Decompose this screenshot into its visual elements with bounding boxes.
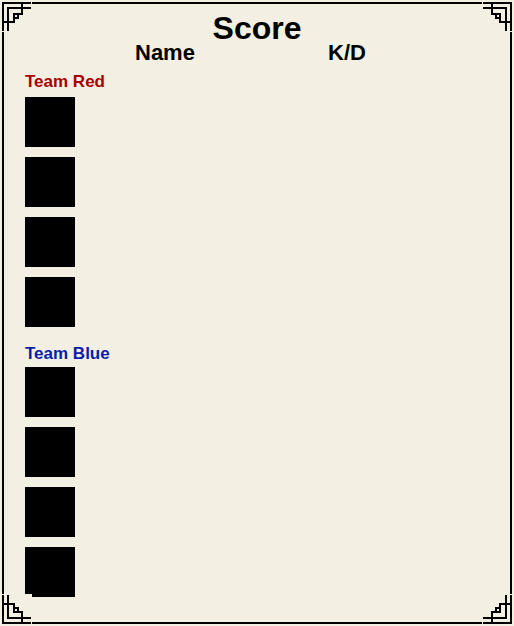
- player-row: [25, 157, 510, 207]
- player-list: [25, 97, 510, 327]
- column-header: NameK/D: [25, 40, 510, 66]
- player-row: [25, 217, 510, 267]
- player-row: [25, 367, 510, 417]
- player-row: [25, 277, 510, 327]
- team-label: Team Blue: [25, 344, 510, 364]
- kd-column-header: K/D: [328, 40, 366, 66]
- player-avatar: [25, 277, 75, 327]
- team-section: Team Blue: [25, 344, 510, 597]
- player-avatar: [25, 547, 75, 597]
- corner-ornament-icon: [482, 2, 512, 32]
- player-list: [25, 367, 510, 597]
- corner-ornament-icon: [2, 2, 32, 32]
- player-row: [25, 427, 510, 477]
- team-section: Team Red: [25, 72, 510, 327]
- score-title: Score: [4, 10, 510, 46]
- scoreboard: ScoreNameK/D Team Red Team Blue: [2, 2, 512, 624]
- corner-ornament-icon: [2, 594, 32, 624]
- player-avatar: [25, 157, 75, 207]
- player-avatar: [25, 367, 75, 417]
- player-row: [25, 547, 510, 597]
- player-row: [25, 487, 510, 537]
- player-row: [25, 97, 510, 147]
- player-avatar: [25, 427, 75, 477]
- player-avatar: [25, 487, 75, 537]
- name-column-header: Name: [135, 40, 328, 66]
- player-avatar: [25, 97, 75, 147]
- corner-ornament-icon: [482, 594, 512, 624]
- player-avatar: [25, 217, 75, 267]
- team-label: Team Red: [25, 72, 510, 92]
